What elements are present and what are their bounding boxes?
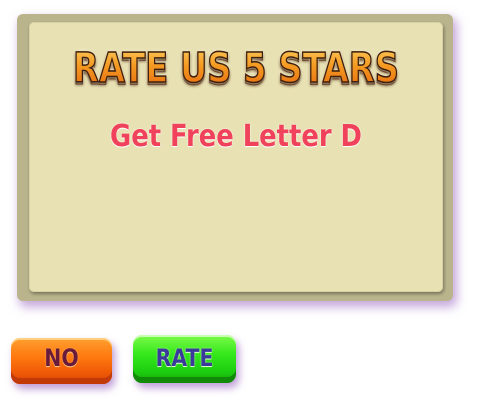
no-button-label: NO	[44, 344, 79, 372]
rate-dialog-content: RATE US 5 STARS Get Free Letter D	[29, 22, 443, 292]
rate-button-label: RATE	[155, 344, 214, 372]
no-button[interactable]: NO	[11, 338, 112, 384]
rate-dialog-screen: RATE US 5 STARS Get Free Letter D NO RAT…	[0, 0, 482, 410]
dialog-title: RATE US 5 STARS	[66, 43, 405, 93]
rate-button[interactable]: RATE	[133, 335, 236, 383]
dialog-subtitle: Get Free Letter D	[110, 119, 362, 154]
rate-dialog-panel: RATE US 5 STARS Get Free Letter D	[17, 14, 453, 301]
